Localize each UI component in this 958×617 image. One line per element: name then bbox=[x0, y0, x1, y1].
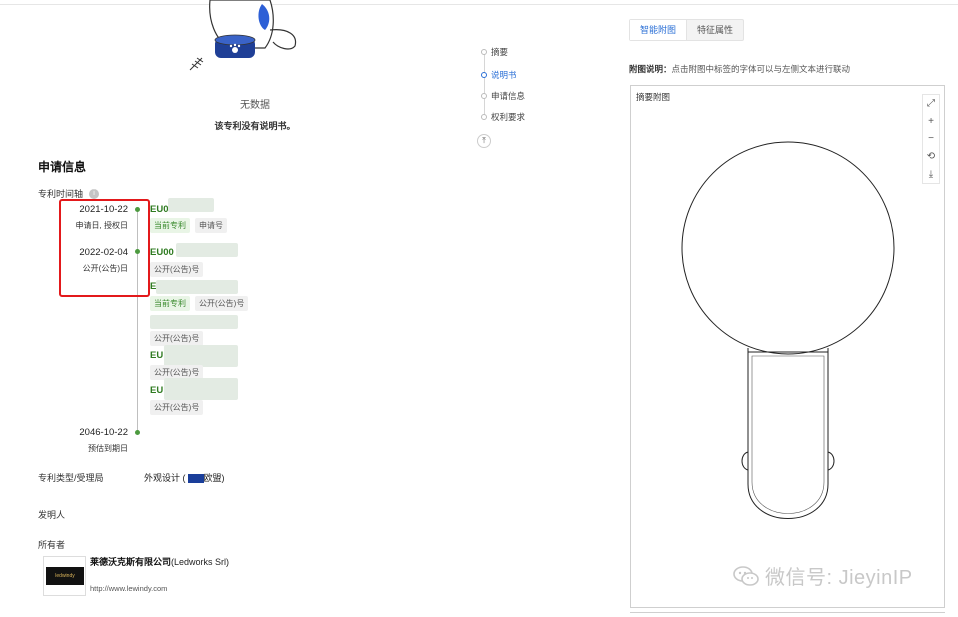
pub-number-6[interactable]: EU bbox=[150, 385, 163, 396]
blurred-number bbox=[168, 198, 214, 212]
blurred-number bbox=[176, 243, 238, 257]
nav-label: 摘要 bbox=[491, 47, 509, 57]
owner-logo-text: ledwindy bbox=[46, 567, 84, 585]
zoom-in-icon[interactable]: + bbox=[928, 116, 934, 127]
hint-text: 点击附图中标签的字体可以与左侧文本进行联动 bbox=[671, 64, 851, 74]
empty-cat-illustration bbox=[189, 0, 297, 71]
nav-label: 申请信息 bbox=[491, 91, 526, 101]
tag-publication-no: 公开(公告)号 bbox=[150, 400, 204, 415]
empty-subtext: 该专利没有说明书。 bbox=[214, 121, 296, 131]
owner-logo[interactable]: ledwindy bbox=[43, 556, 86, 596]
wechat-icon bbox=[733, 565, 759, 586]
hint-label: 附图说明： bbox=[629, 64, 672, 74]
pub-number-5[interactable]: EU bbox=[150, 350, 163, 361]
figure-hint: 附图说明：点击附图中标签的字体可以与左侧文本进行联动 bbox=[629, 63, 850, 75]
owner-url[interactable]: http://www.lewindy.com bbox=[90, 584, 167, 593]
inventor-label: 发明人 bbox=[38, 510, 66, 520]
top-divider bbox=[0, 4, 958, 5]
timeline-date-expiry: 2046-10-22 bbox=[79, 427, 128, 438]
highlight-box bbox=[59, 199, 150, 297]
pub-number-2[interactable]: EU00 bbox=[150, 247, 174, 258]
side-nav-line bbox=[484, 52, 485, 116]
nav-label: 说明书 bbox=[491, 70, 517, 80]
right-tabs: 智能附图 特征属性 bbox=[629, 19, 745, 41]
nav-dot bbox=[481, 72, 487, 78]
timeline-date-sub-expiry: 预估到期日 bbox=[88, 444, 128, 453]
panel-bottom-rule bbox=[630, 612, 945, 613]
owner-label: 所有者 bbox=[38, 540, 66, 550]
section-title: 申请信息 bbox=[38, 160, 87, 174]
watermark: 微信号: JieyinIP bbox=[733, 561, 913, 590]
arrow-up-to-top-icon: ⤒ bbox=[482, 136, 486, 145]
timeline-dot-expiry bbox=[135, 430, 140, 435]
owner-name-en: (Ledworks Srl) bbox=[171, 557, 230, 567]
nav-dot bbox=[481, 93, 487, 99]
patent-type-text: 外观设计 ( bbox=[144, 473, 186, 483]
owner-name-cn: 莱德沃克斯有限公司 bbox=[90, 557, 172, 567]
watermark-text: 微信号: JieyinIP bbox=[765, 567, 913, 589]
design-drawing bbox=[681, 141, 895, 519]
nav-item-claims[interactable]: 权利要求 bbox=[481, 111, 525, 123]
patent-type-value: 外观设计 ( 欧盟) bbox=[144, 471, 225, 484]
patent-type-close: ) bbox=[221, 473, 225, 483]
pub-number-1[interactable]: EU0 bbox=[150, 204, 168, 215]
tag-current-patent: 当前专利 bbox=[150, 218, 190, 233]
info-icon[interactable]: i bbox=[89, 188, 100, 199]
fullscreen-icon[interactable]: ⤢ bbox=[927, 98, 935, 109]
tag-application-no: 申请号 bbox=[195, 218, 227, 233]
blurred-number bbox=[150, 315, 238, 329]
nav-item-application-info[interactable]: 申请信息 bbox=[481, 90, 525, 102]
tag-publication-no: 公开(公告)号 bbox=[195, 296, 249, 311]
owner-name[interactable]: 莱德沃克斯有限公司(Ledworks Srl) bbox=[90, 556, 230, 569]
nav-item-description[interactable]: 说明书 bbox=[481, 69, 517, 81]
tag-current-patent: 当前专利 bbox=[150, 296, 190, 311]
nav-label: 权利要求 bbox=[491, 112, 526, 122]
empty-text: 无数据 bbox=[240, 100, 270, 111]
patent-type-label: 专利类型/受理局 bbox=[38, 473, 104, 483]
patent-region: 欧盟 bbox=[203, 473, 222, 483]
blurred-number bbox=[164, 378, 238, 400]
tag-publication-no: 公开(公告)号 bbox=[150, 262, 204, 277]
tab-smart-figures[interactable]: 智能附图 bbox=[630, 20, 688, 40]
back-to-top-button[interactable]: ⤒ bbox=[477, 134, 491, 148]
nav-dot bbox=[481, 114, 487, 120]
nav-dot bbox=[481, 49, 487, 55]
blurred-number bbox=[164, 345, 238, 367]
nav-item-abstract[interactable]: 摘要 bbox=[481, 46, 508, 58]
tag-publication-no: 公开(公告)号 bbox=[150, 331, 204, 346]
tab-feature-attributes[interactable]: 特征属性 bbox=[687, 20, 743, 40]
figure-title: 摘要附图 bbox=[636, 92, 671, 102]
eu-flag-icon bbox=[187, 474, 204, 484]
blurred-number bbox=[156, 280, 238, 294]
